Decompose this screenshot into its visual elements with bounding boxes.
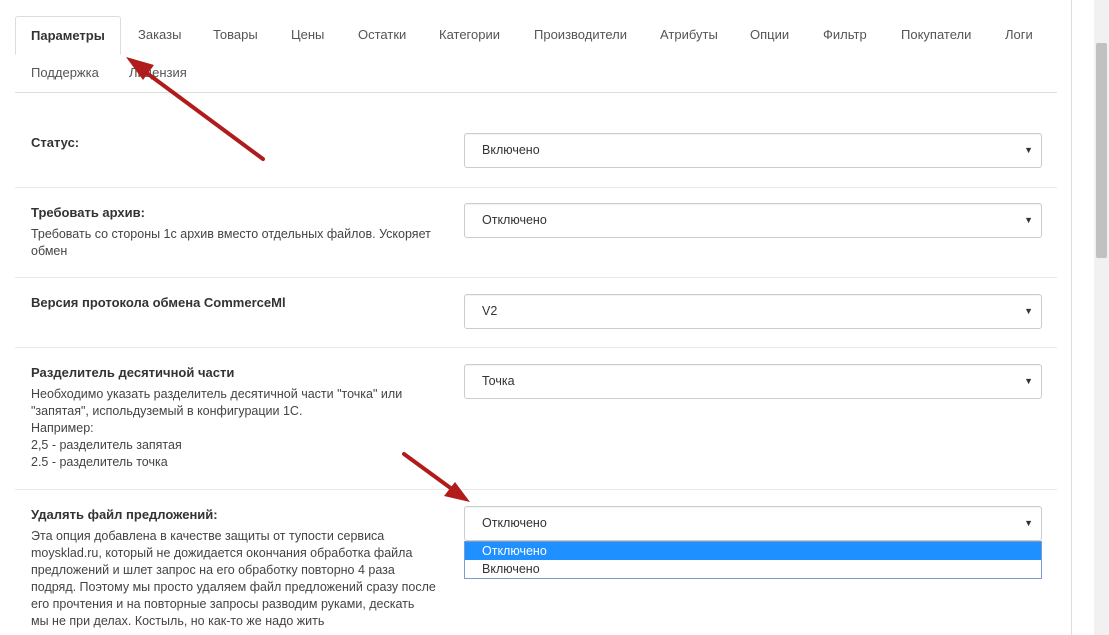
delete-offers-help: Эта опция добавлена в качестве защиты от… xyxy=(31,528,451,630)
delete-offers-help-line: moysklad.ru, который не дожидается оконч… xyxy=(31,546,413,560)
setting-row-status: Статус: Включено ▼ xyxy=(15,118,1057,188)
panel-border xyxy=(1071,0,1072,635)
tab-products[interactable]: Товары xyxy=(213,16,258,54)
tab-logs[interactable]: Логи xyxy=(1005,16,1033,54)
delete-offers-help-line: Эта опция добавлена в качестве защиты от… xyxy=(31,529,385,543)
setting-row-protocol: Версия протокола обмена CommerceMl V2 ▼ xyxy=(15,278,1057,348)
require-archive-label: Требовать архив: xyxy=(31,205,145,220)
tab-attributes[interactable]: Атрибуты xyxy=(660,16,718,54)
decimal-help-line: Необходимо указать разделитель десятично… xyxy=(31,387,403,401)
decimal-help: Необходимо указать разделитель десятично… xyxy=(31,386,451,471)
tab-support[interactable]: Поддержка xyxy=(31,54,99,92)
vertical-scrollbar[interactable] xyxy=(1094,0,1109,635)
delete-offers-help-line: подряд. Поэтому мы просто удаляем файл п… xyxy=(31,580,436,594)
caret-down-icon: ▼ xyxy=(1024,376,1033,386)
caret-down-icon: ▼ xyxy=(1024,306,1033,316)
tab-customers[interactable]: Покупатели xyxy=(901,16,971,54)
require-archive-select[interactable]: Отключено ▼ xyxy=(464,203,1042,238)
decimal-select[interactable]: Точка ▼ xyxy=(464,364,1042,399)
tab-categories[interactable]: Категории xyxy=(439,16,500,54)
caret-down-icon: ▼ xyxy=(1024,518,1033,528)
decimal-label: Разделитель десятичной части xyxy=(31,365,235,380)
tab-options[interactable]: Опции xyxy=(750,16,789,54)
status-label: Статус: xyxy=(31,135,80,150)
tab-prices[interactable]: Цены xyxy=(291,16,324,54)
protocol-label: Версия протокола обмена CommerceMl xyxy=(31,295,286,310)
tab-orders[interactable]: Заказы xyxy=(138,16,181,54)
tab-manufacturers[interactable]: Производители xyxy=(534,16,627,54)
decimal-help-line: 2.5 - разделитель точка xyxy=(31,455,168,469)
option-enabled[interactable]: Включено xyxy=(465,560,1041,578)
tab-bar: Параметры Заказы Товары Цены Остатки Кат… xyxy=(15,16,1057,93)
decimal-help-line: Например: xyxy=(31,421,94,435)
decimal-help-line: "запятая", испольдуземый в конфигурации … xyxy=(31,404,303,418)
delete-offers-help-line: его прочтения и на повторные запросы раз… xyxy=(31,597,415,611)
status-select[interactable]: Включено ▼ xyxy=(464,133,1042,168)
require-archive-help: Требовать со стороны 1с архив вместо отд… xyxy=(31,227,431,258)
setting-row-require-archive: Требовать архив: Требовать со стороны 1с… xyxy=(15,188,1057,278)
delete-offers-help-line: мы не при делах. Костыль, но как-то же н… xyxy=(31,614,325,628)
caret-down-icon: ▼ xyxy=(1024,215,1033,225)
delete-offers-help-line: предложений и шлет запрос на его обработ… xyxy=(31,563,395,577)
tab-filter[interactable]: Фильтр xyxy=(823,16,867,54)
delete-offers-select[interactable]: Отключено ▼ xyxy=(464,506,1042,541)
decimal-select-value: Точка xyxy=(482,374,515,388)
tab-license[interactable]: Лицензия xyxy=(129,54,187,92)
scrollbar-thumb[interactable] xyxy=(1096,43,1107,258)
protocol-select[interactable]: V2 ▼ xyxy=(464,294,1042,329)
settings-panel: Параметры Заказы Товары Цены Остатки Кат… xyxy=(0,0,1072,635)
option-disabled[interactable]: Отключено xyxy=(465,542,1041,560)
tab-stock[interactable]: Остатки xyxy=(358,16,406,54)
caret-down-icon: ▼ xyxy=(1024,145,1033,155)
decimal-help-line: 2,5 - разделитель запятая xyxy=(31,438,182,452)
require-archive-select-value: Отключено xyxy=(482,213,547,227)
protocol-select-value: V2 xyxy=(482,304,498,318)
delete-offers-options-list: Отключено Включено xyxy=(464,541,1042,579)
delete-offers-select-value: Отключено xyxy=(482,516,547,530)
delete-offers-label: Удалять файл предложений: xyxy=(31,507,218,522)
tab-parameters[interactable]: Параметры xyxy=(15,16,121,55)
setting-row-decimal: Разделитель десятичной части Необходимо … xyxy=(15,348,1057,490)
status-select-value: Включено xyxy=(482,143,540,157)
